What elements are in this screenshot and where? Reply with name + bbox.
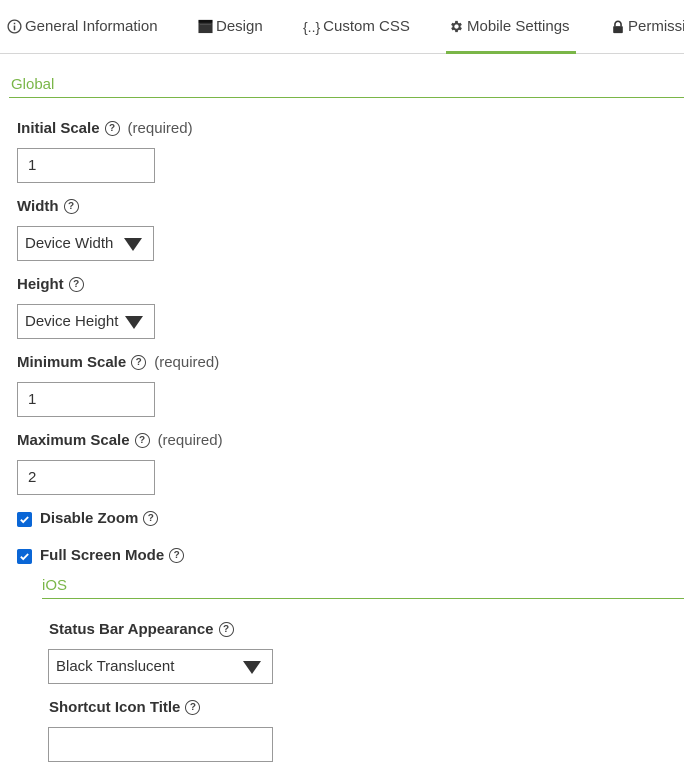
select-value: Device Height bbox=[25, 313, 119, 330]
tab-label: Permissi bbox=[628, 18, 684, 35]
help-icon[interactable]: ? bbox=[134, 433, 150, 448]
full-screen-mode-checkbox[interactable] bbox=[17, 549, 32, 564]
tab-permissions[interactable]: Permissi bbox=[611, 0, 684, 53]
select-value: Black Translucent bbox=[56, 658, 175, 675]
help-icon[interactable]: ? bbox=[104, 121, 120, 136]
checkmark-icon bbox=[20, 516, 29, 524]
tab-label: General Information bbox=[25, 18, 158, 35]
dropdown-arrow-icon bbox=[243, 660, 261, 674]
section-divider-ios bbox=[42, 598, 684, 599]
width-select[interactable]: Device Width bbox=[17, 226, 154, 261]
required-note: (required) bbox=[154, 354, 220, 371]
required-note: (required) bbox=[157, 432, 223, 449]
select-value: Device Width bbox=[25, 235, 114, 252]
disable-zoom-label: Disable Zoom ? bbox=[40, 510, 159, 527]
design-icon bbox=[198, 19, 213, 34]
field-label-text: Minimum Scale bbox=[17, 354, 127, 371]
height-label: Height ? bbox=[17, 276, 84, 293]
tab-bar: General Information Design {..} Custom C… bbox=[0, 0, 684, 54]
field-label-text: Full Screen Mode bbox=[40, 547, 165, 564]
minimum-scale-input[interactable] bbox=[17, 382, 155, 417]
dropdown-arrow-icon bbox=[124, 237, 142, 251]
field-label-text: Initial Scale bbox=[17, 120, 100, 137]
help-icon[interactable]: ? bbox=[68, 277, 84, 292]
lock-icon bbox=[611, 20, 625, 34]
initial-scale-label: Initial Scale ? (required) bbox=[17, 120, 193, 137]
tab-label: Design bbox=[216, 18, 263, 35]
tab-general-information[interactable]: General Information bbox=[7, 0, 158, 53]
field-label-text: Shortcut Icon Title bbox=[49, 699, 181, 716]
height-select[interactable]: Device Height bbox=[17, 304, 155, 339]
section-divider-global bbox=[9, 97, 684, 98]
help-icon[interactable]: ? bbox=[218, 622, 234, 637]
help-icon[interactable]: ? bbox=[143, 511, 159, 526]
help-icon[interactable]: ? bbox=[185, 700, 201, 715]
shortcut-icon-title-input[interactable] bbox=[48, 727, 273, 762]
tab-label: Custom CSS bbox=[323, 18, 410, 35]
dropdown-arrow-icon bbox=[125, 315, 143, 329]
braces-icon: {..} bbox=[303, 18, 321, 35]
initial-scale-input[interactable] bbox=[17, 148, 155, 183]
tab-custom-css[interactable]: {..} Custom CSS bbox=[303, 0, 410, 53]
minimum-scale-label: Minimum Scale ? (required) bbox=[17, 354, 219, 371]
field-label-text: Maximum Scale bbox=[17, 432, 130, 449]
field-label-text: Status Bar Appearance bbox=[49, 621, 214, 638]
shortcut-icon-title-label: Shortcut Icon Title ? bbox=[49, 699, 201, 716]
gear-icon bbox=[449, 19, 464, 34]
tab-label: Mobile Settings bbox=[467, 18, 570, 35]
help-icon[interactable]: ? bbox=[131, 355, 147, 370]
checkmark-icon bbox=[20, 553, 29, 561]
maximum-scale-label: Maximum Scale ? (required) bbox=[17, 432, 223, 449]
tab-design[interactable]: Design bbox=[198, 0, 263, 53]
help-icon[interactable]: ? bbox=[63, 199, 79, 214]
width-label: Width ? bbox=[17, 198, 79, 215]
help-icon[interactable]: ? bbox=[169, 548, 185, 563]
disable-zoom-checkbox[interactable] bbox=[17, 512, 32, 527]
status-bar-appearance-select[interactable]: Black Translucent bbox=[48, 649, 273, 684]
maximum-scale-input[interactable] bbox=[17, 460, 155, 495]
field-label-text: Height bbox=[17, 276, 64, 293]
info-icon bbox=[7, 19, 22, 34]
section-title-ios: iOS bbox=[42, 577, 68, 594]
required-note: (required) bbox=[127, 120, 193, 137]
field-label-text: Width bbox=[17, 198, 59, 215]
field-label-text: Disable Zoom bbox=[40, 510, 139, 527]
full-screen-mode-label: Full Screen Mode ? bbox=[40, 547, 185, 564]
tab-mobile-settings[interactable]: Mobile Settings bbox=[446, 0, 576, 54]
section-title-global: Global bbox=[11, 76, 55, 93]
status-bar-appearance-label: Status Bar Appearance ? bbox=[49, 621, 234, 638]
